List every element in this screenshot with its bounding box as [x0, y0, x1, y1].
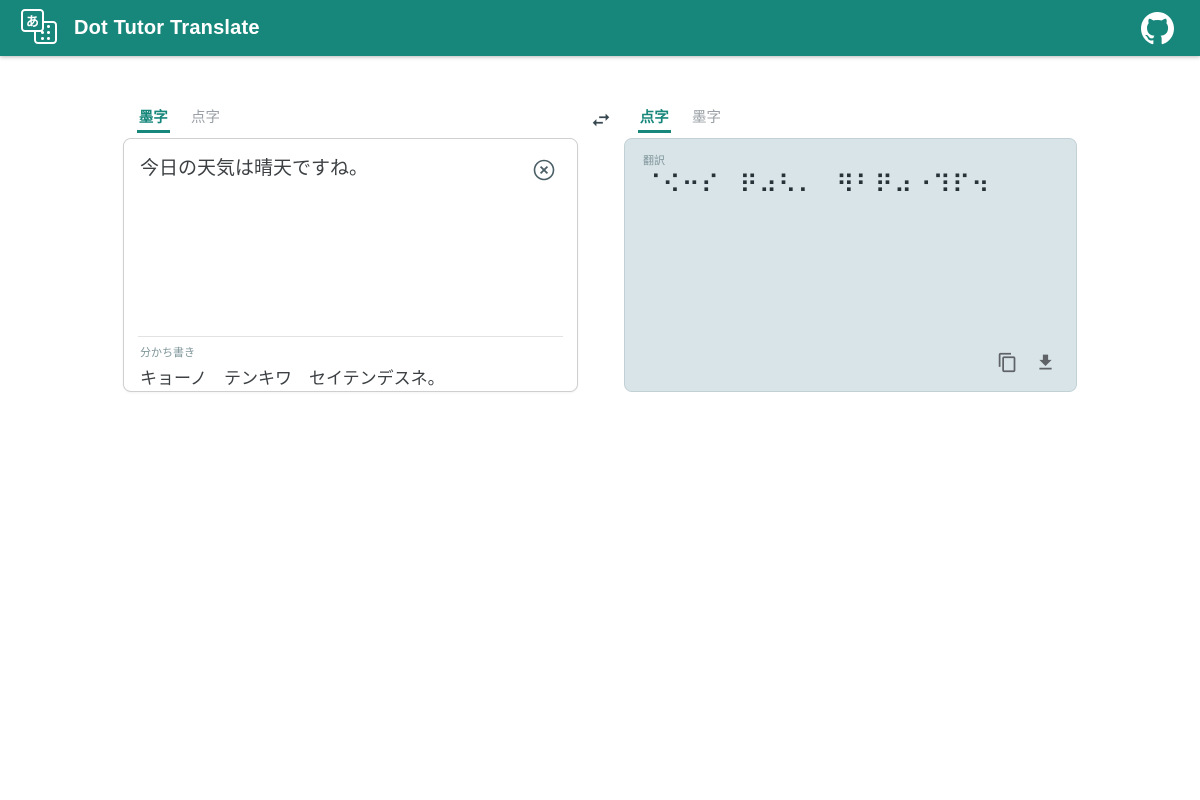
copy-button[interactable]	[996, 351, 1018, 373]
logo-kana-square-icon: あ	[21, 9, 44, 32]
wakachigaki-section: 分かち書き キョーノ テンキワ セイテンデスネ。	[124, 337, 577, 391]
tab-input-sumiji[interactable]: 墨字	[137, 104, 170, 133]
tab-output-tenji[interactable]: 点字	[638, 104, 671, 133]
swap-column	[578, 104, 624, 392]
output-actions	[996, 351, 1056, 373]
output-card: 翻訳 ⠈⠪⠒⠎⠀⠟⠴⠣⠄⠀⠻⠃⠟⠴⠐⠹⠏⠲	[624, 138, 1077, 392]
page-title: Dot Tutor Translate	[74, 17, 260, 40]
wakachigaki-text: キョーノ テンキワ セイテンデスネ。	[140, 367, 561, 391]
tab-output-sumiji[interactable]: 墨字	[690, 104, 723, 133]
input-card: 今日の天気は晴天ですね。 分かち書き キョーノ テンキワ セイテンデスネ。	[123, 138, 578, 392]
translate-workspace: 墨字 点字 今日の天気は晴天ですね。 分かち書き キョーノ テンキワ セイテンデ…	[123, 104, 1077, 392]
input-text-area[interactable]: 今日の天気は晴天ですね。	[124, 139, 577, 336]
wakachigaki-label: 分かち書き	[140, 344, 561, 360]
input-panel: 墨字 点字 今日の天気は晴天ですね。 分かち書き キョーノ テンキワ セイテンデ…	[123, 104, 578, 392]
input-tabs: 墨字 点字	[123, 104, 578, 133]
clear-circle-icon	[532, 158, 556, 182]
output-panel: 点字 墨字 翻訳 ⠈⠪⠒⠎⠀⠟⠴⠣⠄⠀⠻⠃⠟⠴⠐⠹⠏⠲	[624, 104, 1077, 392]
input-text[interactable]: 今日の天気は晴天ですね。	[140, 155, 520, 183]
download-button[interactable]	[1034, 351, 1056, 373]
app-header: あ Dot Tutor Translate	[0, 0, 1200, 56]
swap-horizontal-icon	[590, 109, 612, 131]
swap-direction-button[interactable]	[590, 109, 612, 131]
braille-output-text: ⠈⠪⠒⠎⠀⠟⠴⠣⠄⠀⠻⠃⠟⠴⠐⠹⠏⠲	[643, 170, 1058, 200]
tab-input-tenji[interactable]: 点字	[189, 104, 222, 133]
output-tabs: 点字 墨字	[624, 104, 1077, 133]
app-logo-icon: あ	[21, 7, 61, 49]
translation-label: 翻訳	[643, 152, 1058, 168]
logo-kana-char: あ	[26, 11, 39, 30]
github-link[interactable]	[1140, 11, 1174, 45]
github-icon	[1141, 12, 1174, 45]
clear-input-button[interactable]	[531, 157, 557, 183]
download-icon	[1035, 352, 1056, 373]
copy-icon	[997, 352, 1018, 373]
